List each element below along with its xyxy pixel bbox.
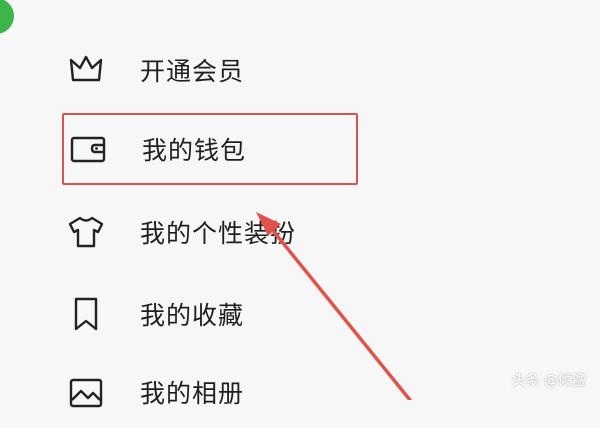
menu-item-wallet[interactable]: 我的钱包 xyxy=(62,113,358,185)
side-menu: 开通会员 我的钱包 我的个性装扮 我的收藏 我的相册 xyxy=(0,0,600,408)
wallet-icon xyxy=(68,129,108,169)
menu-item-label: 我的收藏 xyxy=(140,301,245,330)
tshirt-icon xyxy=(66,212,106,252)
menu-item-favorites[interactable]: 我的收藏 xyxy=(62,278,358,350)
menu-item-label: 我的个性装扮 xyxy=(140,219,297,248)
photo-album-icon xyxy=(66,372,106,412)
menu-item-personal-style[interactable]: 我的个性装扮 xyxy=(62,196,358,268)
crown-icon xyxy=(66,50,106,90)
menu-item-album[interactable]: 我的相册 xyxy=(62,356,358,428)
menu-item-label: 开通会员 xyxy=(140,57,245,86)
watermark: 头条 @倾鹽 xyxy=(511,373,586,389)
menu-item-label: 我的相册 xyxy=(140,379,245,408)
menu-item-label: 我的钱包 xyxy=(142,136,247,165)
menu-item-vip[interactable]: 开通会员 xyxy=(62,34,358,106)
bookmark-icon xyxy=(66,294,106,334)
